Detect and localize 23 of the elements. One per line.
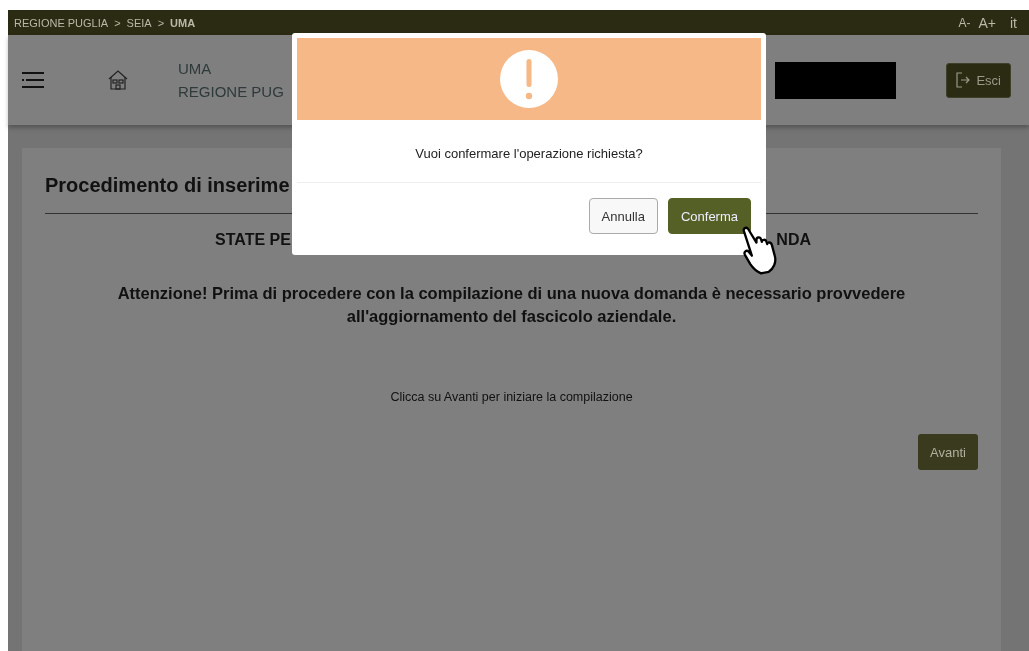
region-name: REGIONE PUG [178,83,284,100]
menu-icon[interactable] [22,72,44,88]
cancel-button[interactable]: Annulla [588,198,658,234]
breadcrumb-link[interactable]: REGIONE PUGLIA [14,16,109,29]
app-name: UMA [178,60,213,77]
breadcrumb-link[interactable]: UMA [170,16,196,29]
warning-icon [500,50,558,108]
warning-text: Attenzione! Prima di procedere con la compilazione di una nuova domanda è necessario provvedere all'aggiornamento del fascicolo aziendale. [116,283,907,327]
home-icon[interactable] [108,70,128,90]
breadcrumb-link[interactable]: SEIA [126,16,152,29]
confirm-button[interactable]: Conferma [667,198,751,234]
font-size-control[interactable]: A- [958,15,971,30]
section-heading: STATE PE [215,231,291,249]
dialog-message: Vuoi confermare l'operazione richiesta? [414,145,644,163]
font-size-control[interactable]: A+ [978,14,996,31]
instruction-text: Clicca su Avanti per iniziare la compilazione [389,390,634,404]
next-button[interactable]: Avanti [918,434,978,470]
logout-button[interactable]: Esci [946,62,1011,98]
breadcrumb-separator: > [157,16,165,29]
breadcrumb-separator: > [114,16,121,29]
section-heading: NDA [776,231,811,249]
logout-icon [956,72,971,88]
language-selector[interactable]: it [1010,14,1017,31]
